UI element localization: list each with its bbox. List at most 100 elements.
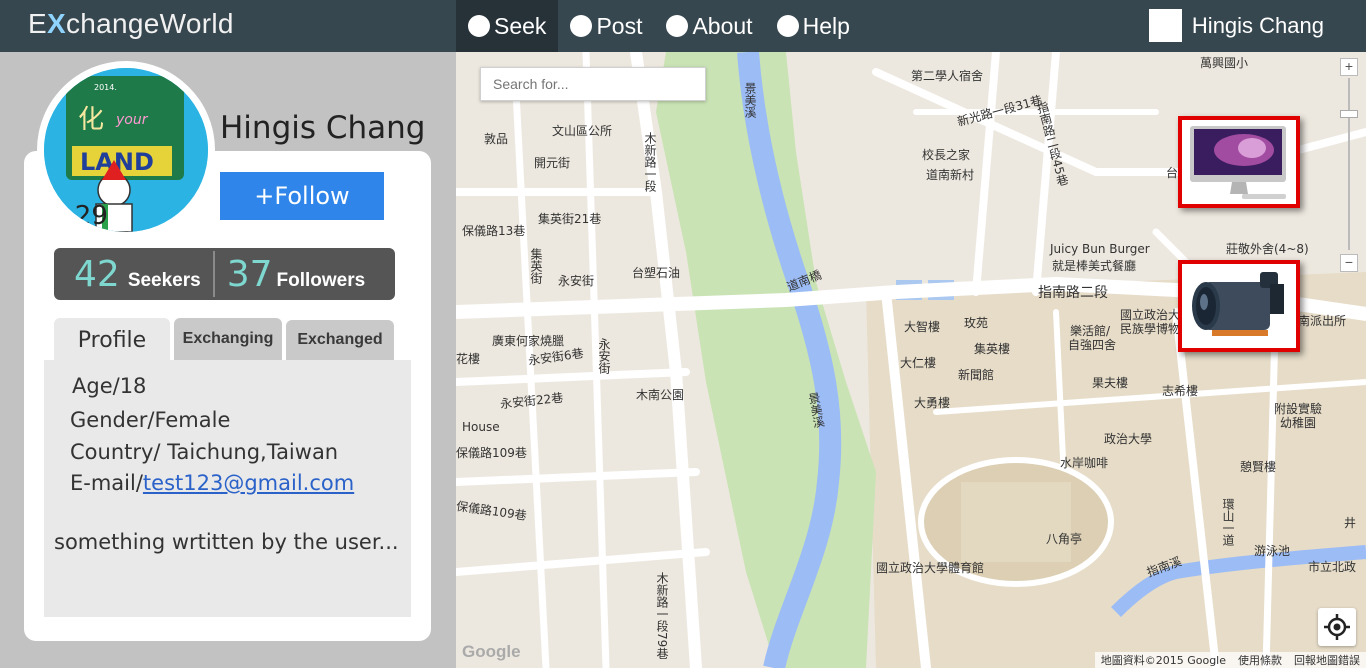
brand-block: EXchangeWorld xyxy=(0,0,456,52)
seekers-label: Seekers xyxy=(127,269,201,291)
map-label: 市立北政 xyxy=(1308,560,1357,574)
followers-label: Followers xyxy=(276,269,366,291)
map-label: 永安街 xyxy=(597,338,611,374)
profile-name: Hingis Chang xyxy=(220,110,426,146)
avatar-image: 2014. 化 your LAND 2 29 xyxy=(44,68,208,232)
map-label: 果夫樓 xyxy=(1092,376,1129,390)
svg-text:your: your xyxy=(115,112,149,128)
follow-button[interactable]: +Follow xyxy=(220,172,384,220)
post-radio-icon xyxy=(570,15,593,37)
imac-thumbnail xyxy=(1182,120,1296,204)
map-search-input[interactable] xyxy=(480,67,706,101)
map-attribution: 地圖資料©2015 Google 使用條款 回報地圖錯誤 xyxy=(1094,652,1366,668)
map-label: 集英街21巷 xyxy=(538,212,602,226)
map-label: 木南公園 xyxy=(636,388,685,402)
map-label: 玫苑 xyxy=(964,316,989,330)
map-label: 水岸咖啡 xyxy=(1060,456,1109,470)
svg-text:化: 化 xyxy=(78,105,104,135)
map-label: 幼稚園 xyxy=(1280,416,1317,430)
seekers-stat[interactable]: 42 Seekers xyxy=(74,254,201,295)
tab-exchanged[interactable]: Exchanged xyxy=(286,320,394,360)
telescope-thumbnail xyxy=(1182,264,1296,348)
map-label: 木新路一段79巷 xyxy=(655,572,669,660)
tab-profile[interactable]: Profile xyxy=(54,318,170,362)
zoom-slider-handle[interactable] xyxy=(1340,110,1358,118)
user-avatar[interactable] xyxy=(1148,9,1182,42)
terms-link[interactable]: 使用條款 xyxy=(1238,652,1282,668)
report-error-link[interactable]: 回報地圖錯誤 xyxy=(1294,652,1360,668)
followers-stat[interactable]: 37 Followers xyxy=(227,254,366,295)
map-label: 志希樓 xyxy=(1162,384,1199,398)
zoom-in-button[interactable]: + xyxy=(1340,58,1358,76)
tab-exchanging[interactable]: Exchanging xyxy=(174,318,282,360)
stats-divider xyxy=(212,251,215,297)
map-label: 憩賢樓 xyxy=(1240,460,1277,474)
email-link[interactable]: test123@gmail.com xyxy=(143,471,354,495)
map-label: 八角亭 xyxy=(1046,532,1083,546)
map-label: 集英樓 xyxy=(974,342,1011,356)
zoom-track[interactable] xyxy=(1348,78,1350,250)
map-label: 校長之家 xyxy=(922,148,971,162)
map-label: 國立政治大學體育館 xyxy=(876,561,985,575)
info-bio: something wrtitten by the user... xyxy=(54,530,399,554)
map-label: 台塑石油 xyxy=(632,266,681,280)
map-label: 木新路一段 xyxy=(643,132,657,192)
map-label: 景美溪 xyxy=(743,82,757,118)
map-label: 道南新村 xyxy=(926,168,975,182)
map-label: 自強四舍 xyxy=(1068,338,1117,352)
my-location-button[interactable] xyxy=(1318,608,1356,646)
nav-post[interactable]: Post xyxy=(558,0,654,52)
map-label: 廣東何家燒臘 xyxy=(492,334,565,348)
map-label: 新聞館 xyxy=(958,368,995,382)
map-label: 指南路二段 xyxy=(1038,285,1108,301)
zoom-out-button[interactable]: − xyxy=(1340,254,1358,272)
nav-about[interactable]: About xyxy=(654,0,764,52)
zoom-control: + − xyxy=(1340,58,1358,272)
profile-info: Age/18 Gender/Female Country/ Taichung,T… xyxy=(44,360,411,617)
brand-logo[interactable]: EXchangeWorld xyxy=(28,8,234,40)
map-label: 環山一道 xyxy=(1221,498,1235,546)
map-label: 大仁樓 xyxy=(900,356,937,370)
nav-seek[interactable]: Seek xyxy=(456,0,559,52)
map-label: 大智樓 xyxy=(904,320,941,334)
map-label: 第二學人宿舍 xyxy=(911,69,984,83)
top-bar: EXchangeWorld Seek Post About Help Hingi… xyxy=(0,0,1366,52)
map-label: 花樓 xyxy=(456,352,481,366)
map-label: 民族學博物 xyxy=(1120,322,1181,336)
map-label: 大勇樓 xyxy=(914,396,951,410)
seek-radio-icon xyxy=(468,15,490,37)
map-label: 開元街 xyxy=(534,156,571,170)
info-age: Age/18 xyxy=(72,374,147,398)
map-label: Juicy Bun Burger xyxy=(1050,242,1150,256)
nav-help[interactable]: Help xyxy=(765,0,862,52)
map-label: 莊敬外舍(4~8) xyxy=(1226,242,1309,256)
map-label: 萬興國小 xyxy=(1200,56,1249,70)
followers-count: 37 xyxy=(226,253,273,295)
map-label: 保儀路109巷 xyxy=(456,446,527,460)
profile-panel: 2014. 化 your LAND 2 29 Hingis Chang +Fol… xyxy=(0,52,456,668)
info-gender: Gender/Female xyxy=(70,408,231,432)
google-logo: Google xyxy=(462,642,521,661)
map-marker-telescope[interactable] xyxy=(1178,260,1300,352)
map-label: 集英街 xyxy=(529,248,543,284)
email-prefix: E-mail/ xyxy=(70,471,143,495)
map-label: 敦品 xyxy=(484,132,509,146)
map-view[interactable]: 萬興國小 第二學人宿舍 新光路一段31巷 指南路二段45巷 校長之家 道南新村 … xyxy=(456,52,1366,668)
map-label: 文山區公所 xyxy=(552,124,613,138)
map-label: House xyxy=(462,420,500,434)
profile-avatar[interactable]: 2014. 化 your LAND 2 29 xyxy=(37,61,215,239)
user-name[interactable]: Hingis Chang xyxy=(1192,13,1324,39)
map-label: 永安街 xyxy=(558,274,595,288)
map-label: 保儀路13巷 xyxy=(462,224,526,238)
stats-bar: 42 Seekers 37 Followers xyxy=(54,248,395,300)
map-label: 南派出所 xyxy=(1298,314,1347,328)
help-radio-icon xyxy=(776,15,799,37)
user-menu[interactable]: Hingis Chang xyxy=(1148,9,1324,42)
map-label: 就是棒美式餐廳 xyxy=(1052,259,1137,273)
map-marker-imac[interactable] xyxy=(1178,116,1300,208)
crosshair-icon xyxy=(1324,614,1350,640)
attribution-text: 地圖資料©2015 Google xyxy=(1100,654,1226,667)
seekers-count: 42 xyxy=(74,253,120,295)
about-radio-icon xyxy=(666,15,689,37)
map-label: 井 xyxy=(1344,516,1357,530)
